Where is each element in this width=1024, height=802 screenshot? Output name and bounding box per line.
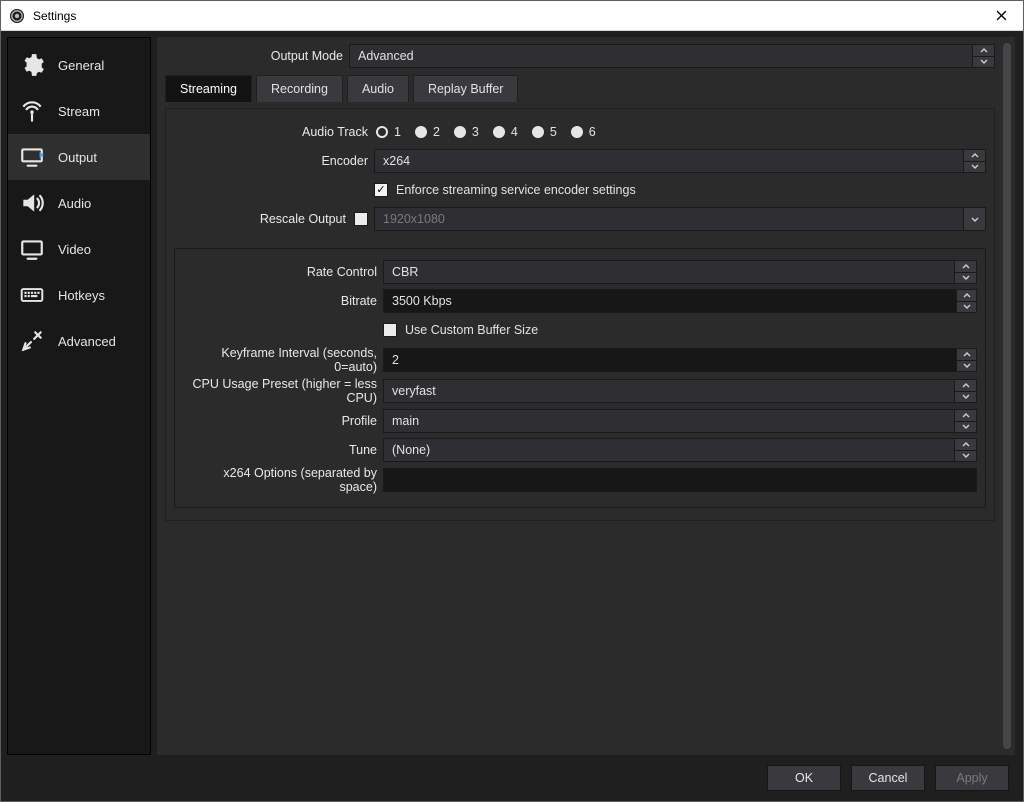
rate-control-select[interactable]: CBR [383, 260, 977, 284]
keyframe-value: 2 [392, 353, 399, 367]
custom-buffer-checkbox-row[interactable]: Use Custom Buffer Size [383, 323, 977, 337]
sidebar-item-label: Hotkeys [58, 288, 105, 303]
encoder-select[interactable]: x264 [374, 149, 986, 173]
rescale-checkbox[interactable] [354, 212, 368, 226]
sidebar-item-output[interactable]: Output [8, 134, 150, 180]
checkbox-icon [383, 323, 397, 337]
tab-streaming[interactable]: Streaming [165, 75, 252, 102]
keyboard-icon [18, 281, 46, 309]
audio-track-1[interactable]: 1 [376, 125, 401, 139]
audio-track-4[interactable]: 4 [493, 125, 518, 139]
rescale-value: 1920x1080 [383, 212, 445, 226]
sidebar-item-stream[interactable]: Stream [8, 88, 150, 134]
cpu-preset-select[interactable]: veryfast [383, 379, 977, 403]
scrollbar[interactable] [1003, 43, 1011, 749]
enforce-label: Enforce streaming service encoder settin… [396, 183, 636, 197]
streaming-tab-panel: Audio Track 1 2 3 4 5 6 [165, 108, 995, 521]
settings-sidebar: General Stream Output [7, 37, 151, 755]
x264-options-label: x264 Options (separated by space) [183, 466, 383, 494]
encoder-settings-panel: Rate Control CBR Bitrate [174, 248, 986, 508]
profile-label: Profile [183, 414, 383, 428]
close-button[interactable] [987, 6, 1015, 26]
keyframe-label: Keyframe Interval (seconds, 0=auto) [183, 346, 383, 374]
tune-value: (None) [392, 443, 430, 457]
audio-track-label: Audio Track [174, 125, 374, 139]
rate-control-label: Rate Control [183, 265, 383, 279]
output-mode-label: Output Mode [165, 49, 349, 63]
monitor-icon [18, 235, 46, 263]
audio-track-group: 1 2 3 4 5 6 [374, 125, 986, 139]
output-mode-select[interactable]: Advanced [349, 44, 995, 68]
scrollbar-thumb[interactable] [1003, 43, 1011, 749]
keyframe-input[interactable]: 2 [383, 348, 977, 372]
rate-control-value: CBR [392, 265, 418, 279]
tune-select[interactable]: (None) [383, 438, 977, 462]
cpu-preset-value: veryfast [392, 384, 436, 398]
audio-track-5[interactable]: 5 [532, 125, 557, 139]
apply-button[interactable]: Apply [935, 765, 1009, 791]
dialog-footer: OK Cancel Apply [1, 755, 1023, 801]
sidebar-item-general[interactable]: General [8, 42, 150, 88]
cpu-preset-label: CPU Usage Preset (higher = less CPU) [183, 377, 383, 405]
output-mode-value: Advanced [358, 49, 414, 63]
output-tabs: Streaming Recording Audio Replay Buffer [165, 75, 995, 102]
enforce-checkbox-row[interactable]: Enforce streaming service encoder settin… [374, 183, 986, 197]
settings-main: Output Mode Advanced Streaming Recording [157, 37, 1003, 755]
antenna-icon [18, 97, 46, 125]
speaker-icon [18, 189, 46, 217]
tune-label: Tune [183, 443, 383, 457]
sidebar-item-video[interactable]: Video [8, 226, 150, 272]
x264-options-input[interactable] [383, 468, 977, 492]
ok-button[interactable]: OK [767, 765, 841, 791]
sidebar-item-label: General [58, 58, 104, 73]
bitrate-label: Bitrate [183, 294, 383, 308]
audio-track-2[interactable]: 2 [415, 125, 440, 139]
rescale-label: Rescale Output [260, 212, 346, 226]
obs-icon [9, 8, 25, 24]
window-title: Settings [33, 9, 76, 23]
sidebar-item-advanced[interactable]: Advanced [8, 318, 150, 364]
rescale-select[interactable]: 1920x1080 [374, 207, 986, 231]
settings-window: Settings General Stream [0, 0, 1024, 802]
custom-buffer-label: Use Custom Buffer Size [405, 323, 538, 337]
output-icon [18, 143, 46, 171]
window-body: General Stream Output [1, 31, 1023, 801]
bitrate-value: 3500 Kbps [392, 294, 452, 308]
cancel-button[interactable]: Cancel [851, 765, 925, 791]
audio-track-3[interactable]: 3 [454, 125, 479, 139]
tab-replay-buffer[interactable]: Replay Buffer [413, 75, 519, 102]
tab-audio[interactable]: Audio [347, 75, 409, 102]
sidebar-item-label: Stream [58, 104, 100, 119]
profile-select[interactable]: main [383, 409, 977, 433]
tools-icon [18, 327, 46, 355]
sidebar-item-audio[interactable]: Audio [8, 180, 150, 226]
tab-recording[interactable]: Recording [256, 75, 343, 102]
titlebar: Settings [1, 1, 1023, 31]
encoder-value: x264 [383, 154, 410, 168]
sidebar-item-label: Audio [58, 196, 91, 211]
encoder-label: Encoder [174, 154, 374, 168]
checkbox-icon [374, 183, 388, 197]
sidebar-item-label: Output [58, 150, 97, 165]
sidebar-item-label: Advanced [58, 334, 116, 349]
sidebar-item-hotkeys[interactable]: Hotkeys [8, 272, 150, 318]
gear-icon [18, 51, 46, 79]
audio-track-6[interactable]: 6 [571, 125, 596, 139]
sidebar-item-label: Video [58, 242, 91, 257]
bitrate-input[interactable]: 3500 Kbps [383, 289, 977, 313]
profile-value: main [392, 414, 419, 428]
